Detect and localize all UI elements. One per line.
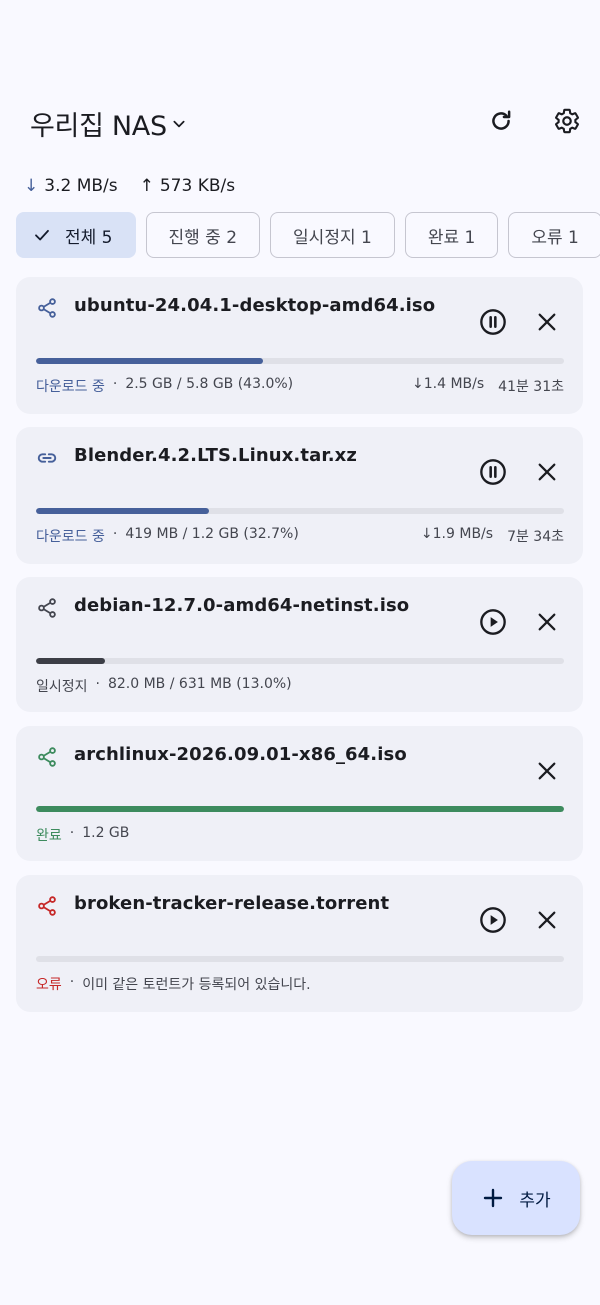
size-text: 82.0 MB / 631 MB (13.0%) bbox=[107, 676, 292, 692]
check-icon bbox=[33, 226, 51, 244]
download-arrow-icon: ↓ bbox=[24, 176, 39, 196]
status-label: 다운로드 중 bbox=[36, 529, 105, 545]
eta: 7분 34초 bbox=[507, 529, 564, 545]
filter-chips: 전체 5 진행 중 2 일시정지 1 완료 1 오류 1 bbox=[16, 212, 600, 258]
status-label: 다운로드 중 bbox=[36, 379, 105, 395]
upload-arrow-icon: ↑ bbox=[139, 176, 154, 196]
chip-label: 오류 1 bbox=[531, 227, 579, 248]
separator: · bbox=[112, 376, 118, 392]
progress-fill bbox=[36, 358, 264, 364]
gear-icon bbox=[555, 108, 579, 134]
torrent-name: debian-12.7.0-amd64-netinst.iso bbox=[74, 595, 410, 616]
filter-chip-completed[interactable]: 완료 1 bbox=[404, 212, 499, 258]
chip-label: 완료 1 bbox=[427, 227, 476, 248]
progress-fill bbox=[36, 806, 564, 812]
play-icon bbox=[480, 907, 506, 933]
progress-bar bbox=[36, 956, 564, 962]
eta: 41분 31초 bbox=[498, 379, 564, 395]
error-message: 이미 같은 토런트가 등록되어 있습니다. bbox=[82, 977, 311, 993]
plus-icon bbox=[484, 1188, 503, 1208]
torrent-name: broken-tracker-release.torrent bbox=[74, 893, 390, 914]
download-rate: ↓1.9 MB/s bbox=[420, 526, 494, 542]
speed-summary: ↓ 3.2 MB/s ↑ 573 KB/s bbox=[24, 176, 235, 196]
progress-bar bbox=[36, 358, 564, 364]
pause-icon bbox=[480, 459, 506, 485]
progress-fill bbox=[36, 658, 105, 664]
close-icon bbox=[538, 313, 556, 331]
separator: · bbox=[112, 526, 118, 542]
share-icon bbox=[38, 298, 56, 318]
remove-button[interactable] bbox=[530, 605, 564, 639]
status-label: 오류 bbox=[36, 977, 62, 993]
progress-bar bbox=[36, 658, 564, 664]
torrent-name: ubuntu-24.04.1-desktop-amd64.iso bbox=[74, 295, 436, 316]
page-title: 우리집 NAS bbox=[30, 111, 167, 142]
progress-bar bbox=[36, 508, 564, 514]
torrent-card[interactable]: broken-tracker-release.torrent 오류 · 이미 같… bbox=[16, 875, 583, 1012]
refresh-icon bbox=[492, 110, 511, 130]
chip-label: 진행 중 2 bbox=[168, 227, 238, 248]
server-selector[interactable]: 우리집 NAS bbox=[30, 104, 187, 143]
filter-chip-paused[interactable]: 일시정지 1 bbox=[270, 212, 395, 258]
link-icon bbox=[37, 453, 57, 463]
close-icon bbox=[538, 911, 556, 929]
add-label: 추가 bbox=[519, 1190, 551, 1211]
torrent-card[interactable]: Blender.4.2.LTS.Linux.tar.xz 다운로드 중 · 41… bbox=[16, 427, 583, 564]
torrent-card[interactable]: debian-12.7.0-amd64-netinst.iso 일시정지 · 8… bbox=[16, 577, 583, 712]
separator: · bbox=[69, 825, 75, 841]
resume-button[interactable] bbox=[476, 605, 510, 639]
app-header: 우리집 NAS bbox=[0, 100, 600, 146]
torrent-name: archlinux-2026.09.01-x86_64.iso bbox=[74, 744, 407, 765]
remove-button[interactable] bbox=[530, 754, 564, 788]
remove-button[interactable] bbox=[530, 455, 564, 489]
share-icon bbox=[38, 896, 56, 916]
close-icon bbox=[538, 613, 556, 631]
play-icon bbox=[480, 609, 506, 635]
remove-button[interactable] bbox=[530, 903, 564, 937]
status-label: 완료 bbox=[36, 828, 62, 844]
filter-chip-all[interactable]: 전체 5 bbox=[16, 212, 136, 258]
torrent-info: 완료 · 1.2 GB bbox=[36, 825, 564, 845]
remove-button[interactable] bbox=[530, 305, 564, 339]
settings-button[interactable] bbox=[550, 104, 584, 138]
chip-label: 전체 5 bbox=[65, 227, 113, 248]
torrent-info: 다운로드 중 · 419 MB / 1.2 GB (32.7%) ↓1.9 MB… bbox=[36, 526, 564, 546]
size-text: 2.5 GB / 5.8 GB (43.0%) bbox=[125, 376, 294, 392]
size-text: 419 MB / 1.2 GB (32.7%) bbox=[125, 526, 299, 542]
chevron-down-icon bbox=[173, 120, 185, 127]
torrent-info: 다운로드 중 · 2.5 GB / 5.8 GB (43.0%) ↓1.4 MB… bbox=[36, 376, 564, 396]
pause-button[interactable] bbox=[476, 455, 510, 489]
chip-label: 일시정지 1 bbox=[293, 227, 372, 248]
close-icon bbox=[538, 463, 556, 481]
share-icon bbox=[38, 747, 56, 767]
torrent-card[interactable]: archlinux-2026.09.01-x86_64.iso 완료 · 1.2… bbox=[16, 726, 583, 861]
progress-bar bbox=[36, 806, 564, 812]
share-icon bbox=[38, 598, 56, 618]
pause-icon bbox=[480, 309, 506, 335]
separator: · bbox=[69, 974, 75, 990]
refresh-button[interactable] bbox=[484, 104, 518, 138]
progress-fill bbox=[36, 508, 209, 514]
filter-chip-active[interactable]: 진행 중 2 bbox=[145, 212, 261, 258]
download-speed: 3.2 MB/s bbox=[44, 176, 118, 196]
torrent-info: 일시정지 · 82.0 MB / 631 MB (13.0%) bbox=[36, 676, 564, 696]
size-text: 1.2 GB bbox=[82, 825, 130, 841]
filter-chip-error[interactable]: 오류 1 bbox=[508, 212, 600, 258]
separator: · bbox=[95, 676, 100, 692]
add-torrent-button[interactable]: 추가 bbox=[452, 1161, 580, 1235]
torrent-info: 오류 · 이미 같은 토런트가 등록되어 있습니다. bbox=[36, 974, 564, 994]
status-label: 일시정지 bbox=[36, 679, 88, 695]
retry-button[interactable] bbox=[476, 903, 510, 937]
torrent-card[interactable]: ubuntu-24.04.1-desktop-amd64.iso 다운로드 중 … bbox=[16, 277, 583, 414]
torrent-name: Blender.4.2.LTS.Linux.tar.xz bbox=[74, 445, 357, 466]
upload-speed: 573 KB/s bbox=[159, 176, 236, 196]
download-rate: ↓1.4 MB/s bbox=[412, 376, 485, 392]
pause-button[interactable] bbox=[476, 305, 510, 339]
close-icon bbox=[538, 762, 556, 780]
